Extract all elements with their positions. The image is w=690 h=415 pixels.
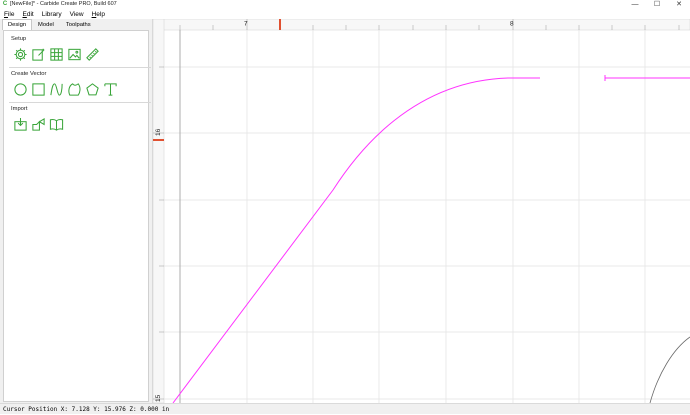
cursor-x-marker <box>279 19 281 30</box>
ruler-label-x-8: 8 <box>510 21 514 28</box>
design-panel: Setup Create Vector Import <box>3 30 151 402</box>
maximize-button[interactable]: ☐ <box>646 0 668 9</box>
create-vector-tools <box>13 82 118 97</box>
title-bar: C [NewFile]* - Carbide Create PRO, Build… <box>0 0 690 9</box>
tab-toolpaths[interactable]: Toolpaths <box>60 19 97 30</box>
app-logo-icon: C <box>2 1 8 7</box>
menu-view[interactable]: View <box>66 11 88 18</box>
close-button[interactable]: ✕ <box>668 0 690 9</box>
polygon-icon[interactable] <box>67 82 82 97</box>
cursor-y-marker <box>153 139 164 141</box>
left-panel: Design Model Toolpaths Setup Create Vect… <box>0 19 153 403</box>
divider <box>9 67 151 68</box>
design-canvas[interactable]: 7 8 16 15 <box>153 19 690 403</box>
ruler-label-y-15: 15 <box>155 394 162 402</box>
image-icon[interactable] <box>67 47 82 62</box>
import-shape-icon[interactable] <box>31 117 46 132</box>
status-bar: Cursor Position X: 7.128 Y: 15.976 Z: 0.… <box>0 403 690 414</box>
tab-model[interactable]: Model <box>32 19 60 30</box>
vector-curve[interactable] <box>172 77 540 403</box>
library-book-icon[interactable] <box>49 117 64 132</box>
minimize-button[interactable]: — <box>624 0 646 9</box>
text-icon[interactable] <box>103 82 118 97</box>
ruler-label-x-7: 7 <box>244 21 248 28</box>
window-title: [NewFile]* - Carbide Create PRO, Build 6… <box>10 1 117 7</box>
gear-icon[interactable] <box>13 47 28 62</box>
section-import-label: Import <box>11 106 28 112</box>
grid-icon[interactable] <box>49 47 64 62</box>
canvas-svg: 7 8 16 15 <box>153 19 690 403</box>
pentagon-icon[interactable] <box>85 82 100 97</box>
canvas-grid <box>164 30 690 403</box>
import-icon[interactable] <box>13 117 28 132</box>
curve-icon[interactable] <box>49 82 64 97</box>
ruler-label-y-16: 16 <box>155 128 162 136</box>
setup-tools <box>13 47 100 62</box>
panel-tabs: Design Model Toolpaths <box>0 19 152 30</box>
circle-icon[interactable] <box>13 82 28 97</box>
menu-file[interactable]: File <box>0 11 19 18</box>
import-tools <box>13 117 64 132</box>
menu-library[interactable]: Library <box>38 11 66 18</box>
cursor-position-text: Cursor Position X: 7.128 Y: 15.976 Z: 0.… <box>3 406 170 413</box>
menu-edit[interactable]: Edit <box>19 11 38 18</box>
section-setup-label: Setup <box>11 36 27 42</box>
ruler-icon[interactable] <box>85 47 100 62</box>
divider <box>9 102 151 103</box>
rectangle-icon[interactable] <box>31 82 46 97</box>
tab-design[interactable]: Design <box>2 19 33 30</box>
menu-help[interactable]: Help <box>88 11 109 18</box>
section-create-vector-label: Create Vector <box>11 71 47 77</box>
menu-bar: File Edit Library View Help <box>0 9 690 19</box>
top-ruler <box>153 19 690 31</box>
left-ruler <box>153 19 165 403</box>
edit-job-icon[interactable] <box>31 47 46 62</box>
grey-arc[interactable] <box>649 336 690 403</box>
